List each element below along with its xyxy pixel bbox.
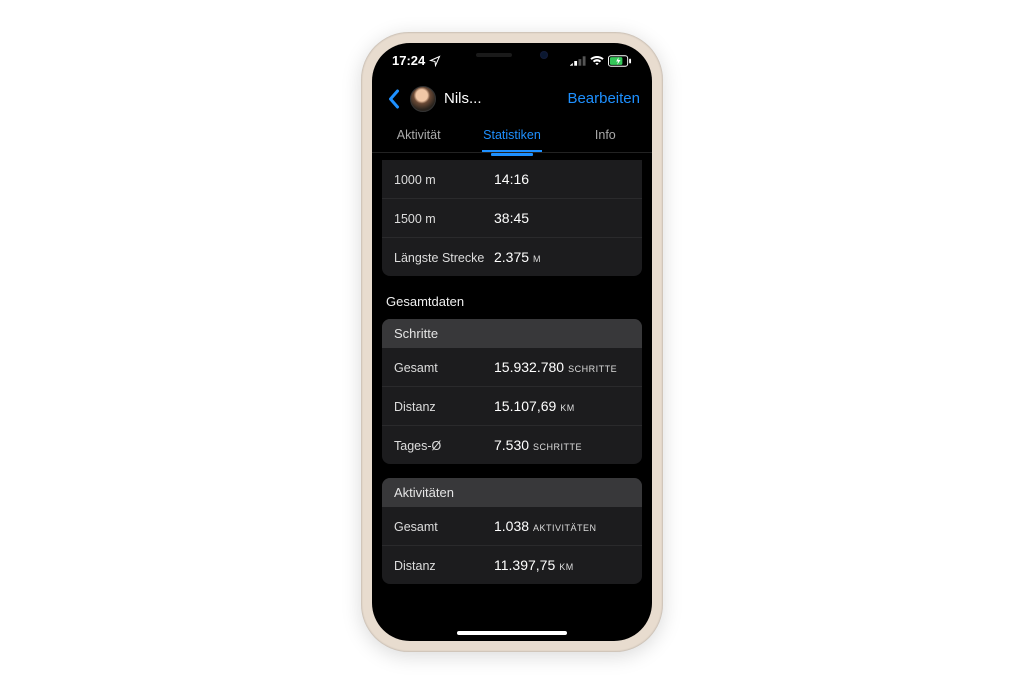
steps-card: Schritte Gesamt 15.932.780 SCHRITTE Dista…	[382, 319, 642, 464]
row-label: 1500 m	[394, 212, 494, 226]
tab-info[interactable]: Info	[559, 119, 652, 152]
row-value: 15.932.780	[494, 359, 564, 375]
card-header-steps: Schritte	[382, 319, 642, 348]
row-label: Distanz	[394, 400, 494, 414]
row-value: 7.530	[494, 437, 529, 453]
battery-icon	[608, 55, 632, 67]
row-value: 15.107,69	[494, 398, 556, 414]
row-label: Tages-Ø	[394, 439, 494, 453]
row-value: 38:45	[494, 210, 529, 226]
partial-row-indicator	[491, 153, 533, 156]
tabs: Aktivität Statistiken Info	[372, 119, 652, 153]
table-row: Längste Strecke 2.375 M	[382, 238, 642, 276]
phone-frame: 17:24 Nils... Bearbeiten Aktivität	[361, 32, 663, 652]
profile-name: Nils...	[444, 90, 482, 107]
row-label: Längste Strecke	[394, 251, 494, 265]
avatar[interactable]	[410, 86, 436, 112]
back-button[interactable]	[384, 84, 402, 114]
edit-button[interactable]: Bearbeiten	[567, 90, 640, 107]
table-row: Tages-Ø 7.530 SCHRITTE	[382, 426, 642, 464]
location-icon	[429, 55, 441, 67]
row-label: 1000 m	[394, 173, 494, 187]
scroll-view[interactable]: 1000 m 14:16 1500 m 38:45 Längste Streck…	[372, 153, 652, 641]
row-unit: SCHRITTE	[533, 442, 582, 452]
table-row: 1000 m 14:16	[382, 160, 642, 199]
row-label: Gesamt	[394, 520, 494, 534]
row-value: 1.038	[494, 518, 529, 534]
row-unit: KM	[560, 403, 575, 413]
app-content: Nils... Bearbeiten Aktivität Statistiken…	[372, 79, 652, 641]
row-unit: M	[533, 254, 541, 264]
table-row: Gesamt 15.932.780 SCHRITTE	[382, 348, 642, 387]
section-title-totals: Gesamtdaten	[382, 290, 642, 319]
wifi-icon	[590, 56, 604, 66]
row-unit: SCHRITTE	[568, 364, 617, 374]
row-label: Distanz	[394, 559, 494, 573]
row-unit: KM	[559, 562, 574, 572]
nav-bar: Nils... Bearbeiten	[372, 79, 652, 119]
row-value: 2.375	[494, 249, 529, 265]
row-value: 11.397,75	[494, 557, 555, 573]
card-header-activities: Aktivitäten	[382, 478, 642, 507]
table-row: 1500 m 38:45	[382, 199, 642, 238]
row-value: 14:16	[494, 171, 529, 187]
screen: 17:24 Nils... Bearbeiten Aktivität	[372, 43, 652, 641]
tab-statistics[interactable]: Statistiken	[465, 119, 558, 152]
home-indicator[interactable]	[457, 631, 567, 635]
clock: 17:24	[392, 53, 425, 68]
table-row: Distanz 11.397,75 KM	[382, 546, 642, 584]
row-label: Gesamt	[394, 361, 494, 375]
activities-card: Aktivitäten Gesamt 1.038 AKTIVITÄTEN Dist…	[382, 478, 642, 584]
row-unit: AKTIVITÄTEN	[533, 523, 597, 533]
tab-activity[interactable]: Aktivität	[372, 119, 465, 152]
notch	[447, 43, 577, 68]
table-row: Distanz 15.107,69 KM	[382, 387, 642, 426]
records-card: 1000 m 14:16 1500 m 38:45 Längste Streck…	[382, 160, 642, 276]
table-row: Gesamt 1.038 AKTIVITÄTEN	[382, 507, 642, 546]
